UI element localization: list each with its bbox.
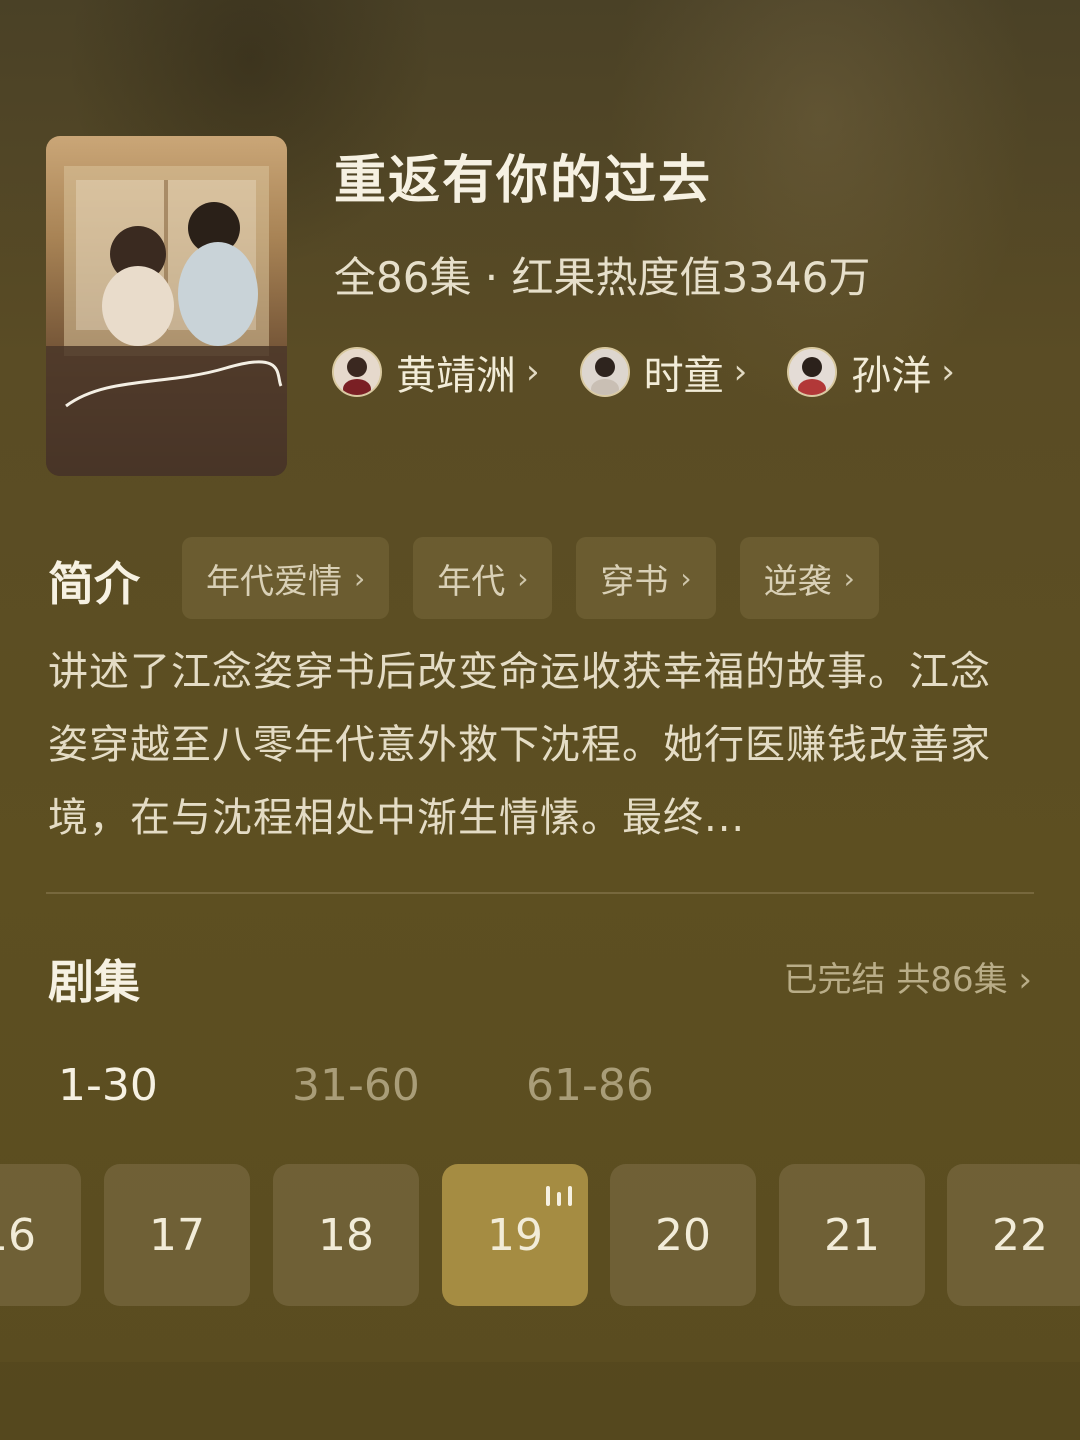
playing-bars-icon (546, 1186, 572, 1206)
episodes-status-link[interactable]: 已完结 共86集 › (784, 952, 1032, 1001)
cast-name: 孙洋 (851, 353, 932, 399)
range-tab-1-30[interactable]: 1-30 (58, 1060, 292, 1111)
avatar (787, 347, 838, 397)
tag-1[interactable]: 年代 › (413, 537, 553, 619)
episode-number: 18 (318, 1209, 374, 1261)
episode-number: 16 (0, 1209, 36, 1261)
episode-button-22[interactable]: 22 (947, 1164, 1080, 1306)
chevron-right-icon: › (354, 561, 366, 595)
avatar (332, 347, 382, 397)
bottom-band (0, 1362, 1080, 1440)
tag-0[interactable]: 年代爱情 › (182, 537, 390, 619)
chevron-right-icon: › (517, 561, 529, 595)
tag-2[interactable]: 穿书 › (576, 537, 716, 619)
poster-artwork (46, 166, 287, 476)
cast-item-2[interactable]: 孙洋 › (787, 343, 955, 401)
synopsis[interactable]: 讲述了江念姿穿书后改变命运收获幸福的故事。江念姿穿越至八零年代意外救下沈程。她行… (48, 636, 1028, 855)
episode-number: 20 (655, 1209, 711, 1261)
episode-number: 19 (487, 1209, 543, 1261)
tag-label: 穿书 (600, 561, 669, 602)
drama-poster[interactable] (46, 136, 287, 476)
drama-title: 重返有你的过去 (334, 151, 713, 211)
episodes-heading: 剧集 (48, 955, 140, 1009)
tag-label: 逆袭 (763, 561, 832, 602)
cast-item-0[interactable]: 黄靖洲 › (332, 343, 540, 401)
episode-number: 17 (149, 1209, 205, 1261)
episode-number: 22 (992, 1209, 1048, 1261)
episode-button-20[interactable]: 20 (610, 1164, 756, 1306)
episode-button-19[interactable]: 19 (442, 1164, 588, 1306)
episode-strip[interactable]: 16 17 18 19 20 21 22 (0, 1164, 1080, 1306)
range-tab-61-86[interactable]: 61-86 (526, 1060, 760, 1111)
avatar (579, 347, 630, 397)
episodes-status: 已完结 共86集 (783, 960, 1008, 1000)
chevron-right-icon: › (941, 352, 955, 392)
tag-list: 年代爱情 › 年代 › 穿书 › 逆袭 › (182, 537, 879, 619)
episode-range-tabs: 1-30 31-60 61-86 (58, 1060, 760, 1111)
chevron-right-icon: › (733, 352, 748, 392)
cast-item-1[interactable]: 时童 › (579, 343, 748, 401)
episode-button-16[interactable]: 16 (0, 1164, 81, 1306)
episode-button-18[interactable]: 18 (273, 1164, 419, 1306)
cast-list: 黄靖洲 › 时童 › 孙洋 › (332, 342, 955, 402)
range-tab-31-60[interactable]: 31-60 (292, 1060, 526, 1111)
episode-button-17[interactable]: 17 (104, 1164, 250, 1306)
chevron-right-icon: › (843, 561, 855, 595)
tag-3[interactable]: 逆袭 › (739, 537, 879, 619)
episode-button-21[interactable]: 21 (779, 1164, 925, 1306)
cast-name: 时童 (643, 353, 724, 399)
tag-label: 年代爱情 (206, 561, 342, 602)
tag-label: 年代 (437, 561, 506, 602)
intro-heading: 简介 (48, 557, 140, 611)
chevron-right-icon: › (1007, 960, 1032, 1000)
chevron-right-icon: › (680, 561, 692, 595)
episode-number: 21 (824, 1209, 880, 1261)
divider (46, 892, 1034, 894)
drama-meta: 全86集 · 红果热度值3346万 (334, 253, 871, 302)
cast-name: 黄靖洲 (396, 353, 516, 399)
chevron-right-icon: › (526, 352, 540, 392)
